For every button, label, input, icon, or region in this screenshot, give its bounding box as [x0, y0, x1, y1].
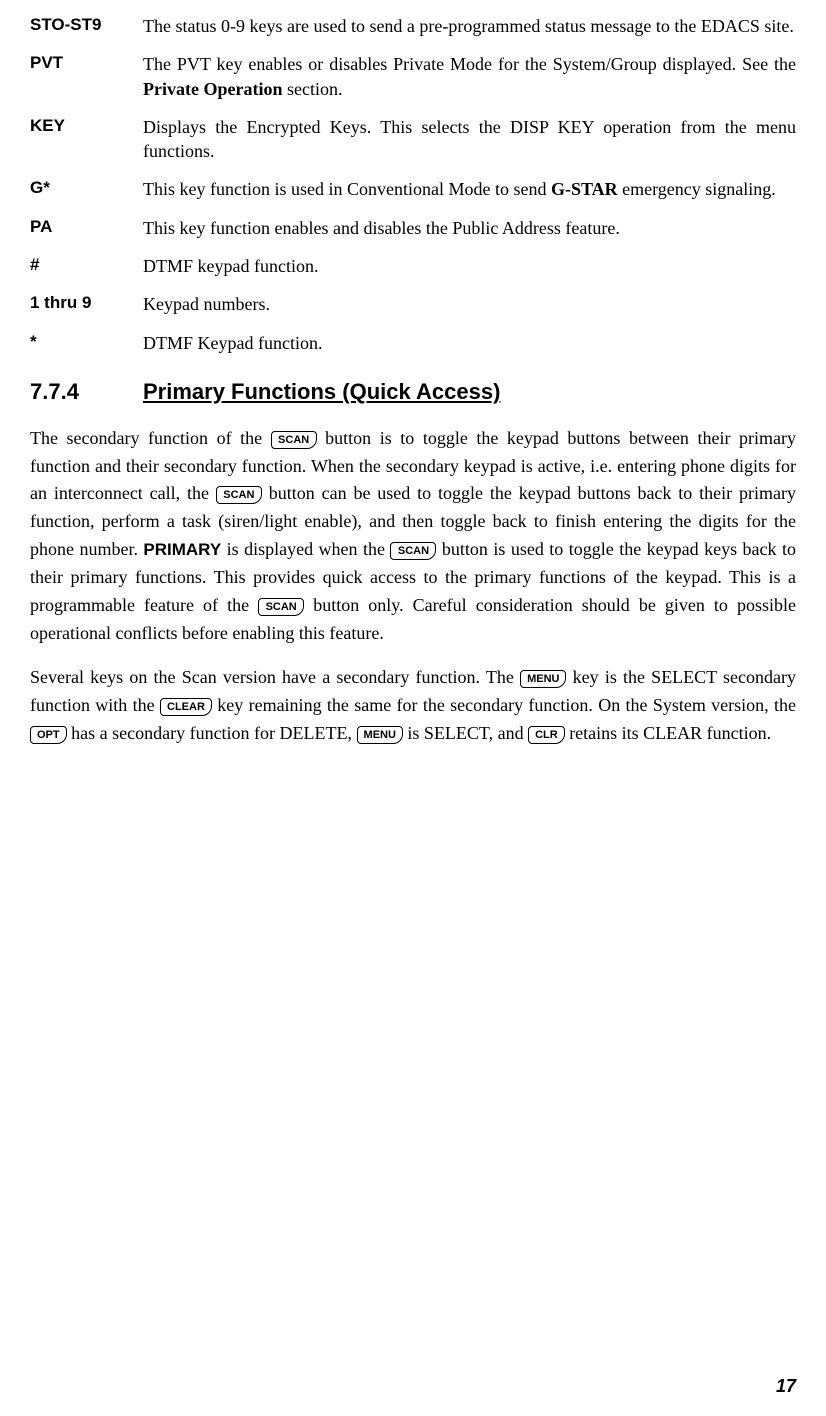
definition-desc: This key function enables and disables t… [143, 216, 796, 240]
clr-key-icon: CLR [528, 726, 565, 744]
definition-desc: Displays the Encrypted Keys. This select… [143, 115, 796, 164]
opt-key-icon: OPT [30, 726, 67, 744]
definition-term: STO-ST9 [30, 14, 143, 38]
definition-row: KEY Displays the Encrypted Keys. This se… [30, 115, 796, 164]
page-number: 17 [776, 1374, 796, 1398]
clear-key-icon: CLEAR [160, 698, 212, 716]
para-text: Several keys on the Scan version have a … [30, 667, 520, 687]
definition-text-pre: The PVT key enables or disables Private … [143, 54, 796, 74]
primary-label: PRIMARY [143, 540, 221, 559]
definition-text-post: emergency signaling. [618, 179, 776, 199]
section-heading: 7.7.4 Primary Functions (Quick Access) [30, 377, 796, 407]
para-text: is displayed when the [221, 539, 390, 559]
definition-row: # DTMF keypad function. [30, 254, 796, 278]
scan-key-icon: SCAN [390, 542, 436, 560]
definition-desc: The PVT key enables or disables Private … [143, 52, 796, 101]
definition-text-post: section. [282, 79, 342, 99]
para-text: is SELECT, and [403, 723, 528, 743]
definition-term: KEY [30, 115, 143, 164]
definition-bold: Private Operation [143, 79, 282, 99]
definition-desc: This key function is used in Conventiona… [143, 177, 796, 201]
definition-row: PA This key function enables and disable… [30, 216, 796, 240]
definition-row: G* This key function is used in Conventi… [30, 177, 796, 201]
scan-key-icon: SCAN [258, 598, 304, 616]
para-text: The secondary function of the [30, 428, 271, 448]
definition-term: PA [30, 216, 143, 240]
definition-row: STO-ST9 The status 0-9 keys are used to … [30, 14, 796, 38]
menu-key-icon: MENU [357, 726, 403, 744]
definition-term: PVT [30, 52, 143, 101]
section-number: 7.7.4 [30, 377, 143, 407]
para-text: has a secondary function for DELETE, [67, 723, 357, 743]
menu-key-icon: MENU [520, 670, 566, 688]
definition-bold: G-STAR [551, 179, 618, 199]
definition-desc: The status 0-9 keys are used to send a p… [143, 14, 796, 38]
para-text: key remaining the same for the secondary… [212, 695, 796, 715]
body-paragraph: The secondary function of the SCAN butto… [30, 425, 796, 648]
definition-row: PVT The PVT key enables or disables Priv… [30, 52, 796, 101]
definition-row: * DTMF Keypad function. [30, 331, 796, 355]
definition-desc: DTMF Keypad function. [143, 331, 796, 355]
definition-term: # [30, 254, 143, 278]
scan-key-icon: SCAN [271, 431, 317, 449]
scan-key-icon: SCAN [216, 486, 262, 504]
definition-term: G* [30, 177, 143, 201]
definition-term: 1 thru 9 [30, 292, 143, 316]
definition-term: * [30, 331, 143, 355]
para-text: retains its CLEAR function. [565, 723, 771, 743]
section-title: Primary Functions (Quick Access) [143, 377, 500, 407]
body-paragraph: Several keys on the Scan version have a … [30, 664, 796, 748]
definition-desc: DTMF keypad function. [143, 254, 796, 278]
definition-text-pre: This key function is used in Conventiona… [143, 179, 551, 199]
definition-desc: Keypad numbers. [143, 292, 796, 316]
definition-row: 1 thru 9 Keypad numbers. [30, 292, 796, 316]
